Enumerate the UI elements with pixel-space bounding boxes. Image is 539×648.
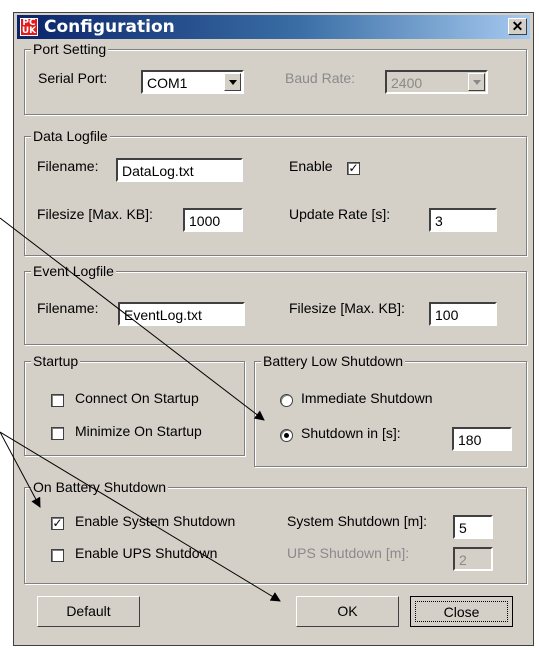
ups-shutdown-label: UPS Shutdown [m]: (287, 545, 410, 561)
app-logo-icon: PC UK (20, 18, 38, 36)
connect-on-startup-checkbox[interactable] (51, 394, 64, 407)
port-setting-group: Port Setting Serial Port: COM1 Baud Rate… (24, 41, 527, 115)
enable-system-shutdown-checkbox[interactable]: ✓ (51, 517, 64, 530)
on-battery-shutdown-group: On Battery Shutdown ✓ Enable System Shut… (24, 479, 527, 584)
data-filesize-label: Filesize [Max. KB]: (37, 206, 153, 222)
update-rate-label: Update Rate [s]: (289, 206, 391, 222)
shutdown-in-radio[interactable] (280, 429, 293, 442)
serial-port-select[interactable]: COM1 (141, 70, 244, 94)
baud-rate-value: 2400 (391, 75, 423, 91)
startup-group: Startup Connect On Startup Minimize On S… (24, 353, 245, 456)
baud-rate-dropdown-button[interactable] (468, 73, 485, 91)
system-shutdown-input[interactable]: 5 (453, 515, 493, 539)
ups-shutdown-input[interactable]: 2 (453, 547, 493, 571)
window-title: Configuration (44, 17, 175, 37)
data-logfile-group: Data Logfile Filename: DataLog.txt Enabl… (24, 128, 527, 256)
title-bar[interactable]: PC UK Configuration ✕ (17, 15, 530, 39)
shutdown-in-label[interactable]: Shutdown in [s]: (301, 425, 401, 441)
minimize-on-startup-checkbox[interactable] (51, 427, 64, 440)
enable-ups-shutdown-label[interactable]: Enable UPS Shutdown (75, 545, 217, 561)
event-filesize-label: Filesize [Max. KB]: (289, 300, 405, 316)
serial-port-label: Serial Port: (38, 70, 108, 86)
system-shutdown-label: System Shutdown [m]: (287, 513, 428, 529)
port-setting-legend: Port Setting (31, 41, 109, 57)
immediate-shutdown-label[interactable]: Immediate Shutdown (301, 390, 433, 406)
checkmark-icon: ✓ (348, 161, 359, 175)
startup-legend: Startup (31, 353, 81, 369)
chevron-down-icon (229, 80, 237, 85)
enable-ups-shutdown-checkbox[interactable] (51, 549, 64, 562)
radio-selected-dot (284, 433, 289, 438)
close-button-label: Close (415, 601, 508, 622)
data-filename-label: Filename: (37, 158, 99, 174)
data-filename-input[interactable]: DataLog.txt (116, 158, 243, 182)
default-button[interactable]: Default (37, 596, 140, 627)
shutdown-in-input[interactable]: 180 (452, 427, 512, 451)
data-enable-checkbox[interactable]: ✓ (347, 162, 360, 175)
configuration-dialog: PC UK Configuration ✕ Port Setting Serial… (13, 12, 534, 646)
minimize-on-startup-label[interactable]: Minimize On Startup (75, 423, 202, 439)
ok-button[interactable]: OK (296, 596, 399, 627)
battery-low-legend: Battery Low Shutdown (261, 353, 406, 369)
serial-port-value: COM1 (147, 75, 188, 91)
enable-system-shutdown-label[interactable]: Enable System Shutdown (75, 513, 235, 529)
event-filename-input[interactable]: EventLog.txt (118, 302, 245, 326)
update-rate-input[interactable]: 3 (429, 208, 497, 232)
checkmark-icon: ✓ (52, 516, 63, 530)
baud-rate-select[interactable]: 2400 (385, 70, 488, 94)
connect-on-startup-label[interactable]: Connect On Startup (75, 390, 199, 406)
event-filesize-input[interactable]: 100 (429, 302, 497, 326)
data-logfile-legend: Data Logfile (31, 128, 110, 144)
baud-rate-label: Baud Rate: (285, 70, 356, 86)
chevron-down-icon (473, 80, 481, 85)
event-filename-label: Filename: (37, 300, 99, 316)
window-close-button[interactable]: ✕ (508, 18, 527, 35)
data-filesize-input[interactable]: 1000 (183, 208, 243, 232)
immediate-shutdown-radio[interactable] (280, 394, 293, 407)
close-button[interactable]: Close (410, 596, 513, 627)
on-battery-legend: On Battery Shutdown (31, 479, 169, 495)
serial-port-dropdown-button[interactable] (224, 73, 241, 91)
event-logfile-legend: Event Logfile (31, 263, 116, 279)
battery-low-shutdown-group: Battery Low Shutdown Immediate Shutdown … (254, 353, 527, 467)
data-enable-label: Enable (289, 158, 333, 174)
event-logfile-group: Event Logfile Filename: EventLog.txt Fil… (24, 263, 527, 345)
